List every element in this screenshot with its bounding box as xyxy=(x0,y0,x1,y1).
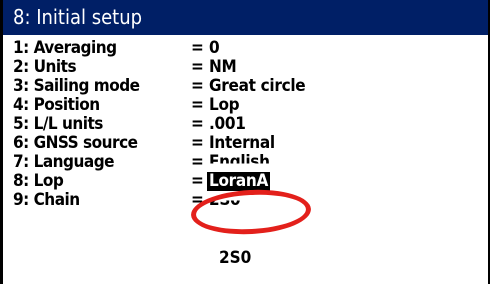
equals-sign: = xyxy=(191,114,204,134)
menu-item-value: 0 xyxy=(209,38,220,58)
menu-item-units[interactable]: 2: Units = NM xyxy=(13,58,473,77)
menu-item-gnss-source[interactable]: 6: GNSS source = Internal xyxy=(13,134,473,153)
menu-item-value: Great circle xyxy=(209,76,306,96)
menu-item-ll-units[interactable]: 5: L/L units = .001 xyxy=(13,115,473,134)
menu-item-value: English xyxy=(209,152,270,172)
equals-sign: = xyxy=(191,38,204,58)
menu-item-value: Internal xyxy=(209,133,275,153)
page-title: 8: Initial setup xyxy=(3,0,488,35)
menu-item-label: 4: Position xyxy=(13,95,100,115)
equals-sign: = xyxy=(191,190,204,210)
equals-sign: = xyxy=(191,133,204,153)
menu-item-averaging[interactable]: 1: Averaging = 0 xyxy=(13,39,473,58)
menu-item-label: 1: Averaging xyxy=(13,38,117,58)
equals-sign: = xyxy=(191,171,204,191)
menu-item-value: Lop xyxy=(209,95,240,115)
menu-item-sailing-mode[interactable]: 3: Sailing mode = Great circle xyxy=(13,77,473,96)
menu-item-position[interactable]: 4: Position = Lop xyxy=(13,96,473,115)
menu-item-label: 8: Lop xyxy=(13,171,64,191)
menu-item-label: 3: Sailing mode xyxy=(13,76,140,96)
menu-item-label: 6: GNSS source xyxy=(13,133,138,153)
setup-screen: 8: Initial setup 1: Averaging = 0 2: Uni… xyxy=(0,0,490,284)
equals-sign: = xyxy=(191,57,204,77)
settings-list: 1: Averaging = 0 2: Units = NM 3: Sailin… xyxy=(13,39,473,210)
selected-option[interactable]: LoranA xyxy=(207,172,271,191)
menu-item-label: 5: L/L units xyxy=(13,114,103,134)
menu-item-label: 7: Language xyxy=(13,152,115,172)
dropdown-option[interactable]: 2S0 xyxy=(219,249,251,268)
equals-sign: = xyxy=(191,95,204,115)
menu-item-value: NM xyxy=(209,57,237,77)
menu-item-value: .001 xyxy=(209,114,246,134)
menu-item-lop[interactable]: 8: Lop = LoranA xyxy=(13,172,473,191)
menu-item-label: 2: Units xyxy=(13,57,77,77)
equals-sign: = xyxy=(191,76,204,96)
equals-sign: = xyxy=(191,152,204,172)
menu-item-language[interactable]: 7: Language = English xyxy=(13,153,473,172)
menu-item-value: 2S0 xyxy=(209,190,241,210)
menu-item-chain[interactable]: 9: Chain = 2S0 xyxy=(13,191,473,210)
menu-item-label: 9: Chain xyxy=(13,190,80,210)
